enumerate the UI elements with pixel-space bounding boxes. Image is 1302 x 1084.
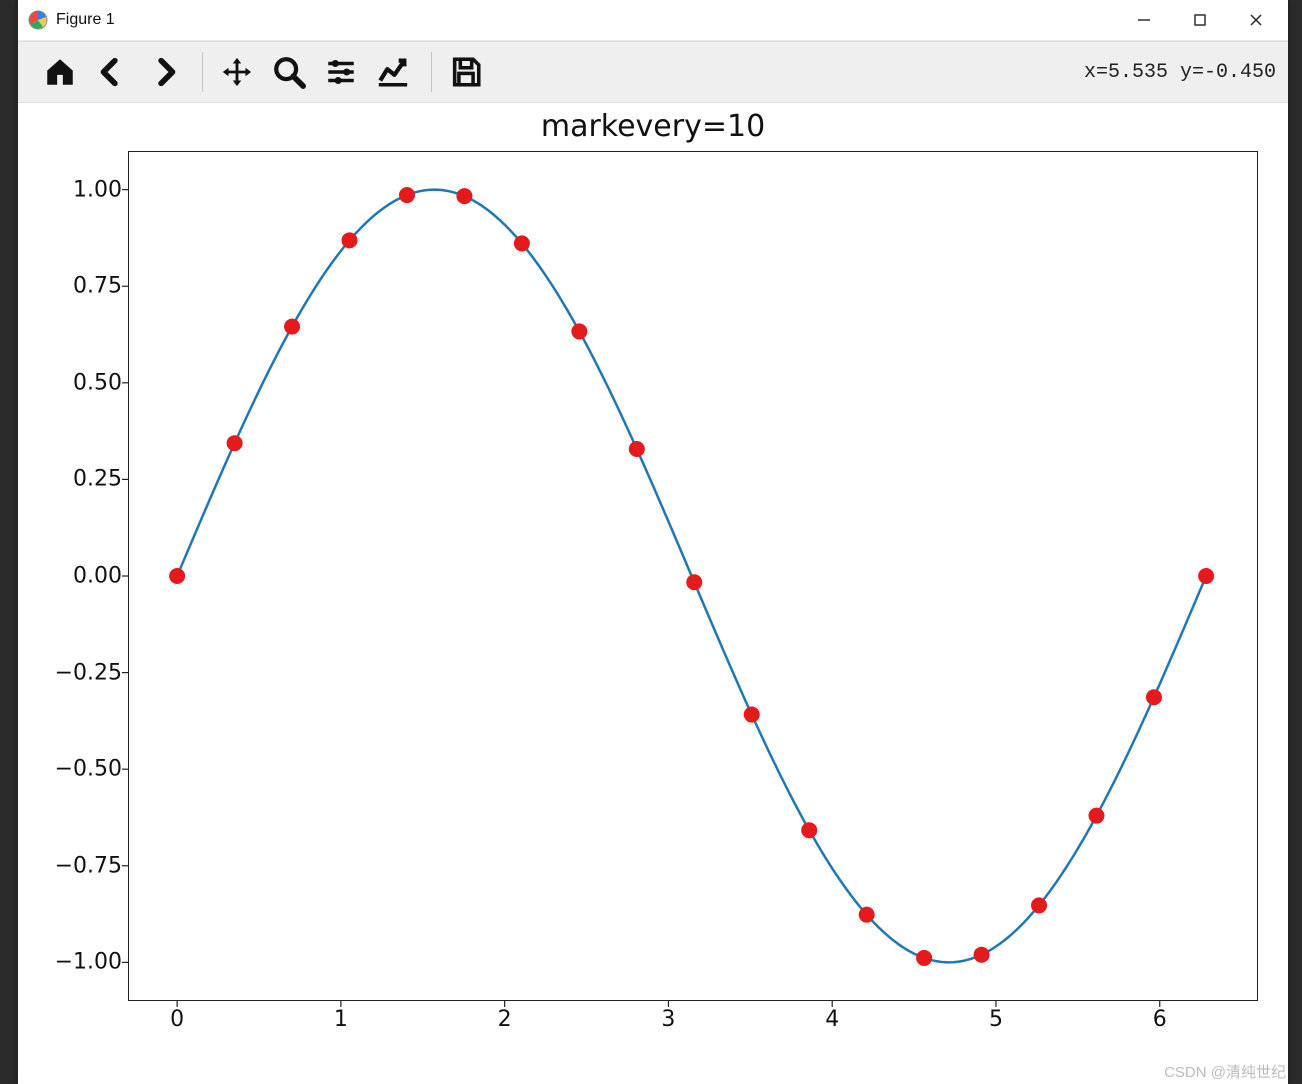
data-marker [284, 319, 300, 335]
ytick-label: 1.00 [73, 177, 122, 202]
maximize-button[interactable] [1172, 0, 1228, 40]
data-marker [399, 187, 415, 203]
ytick-label: 0.75 [73, 274, 122, 299]
titlebar: Figure 1 [18, 0, 1288, 41]
data-marker [456, 188, 472, 204]
data-marker [342, 232, 358, 248]
toolbar-separator [431, 52, 432, 92]
back-button[interactable] [88, 48, 136, 96]
toolbar-separator [202, 52, 203, 92]
data-marker [859, 907, 875, 923]
editor-gutter-right [1288, 0, 1302, 1084]
data-marker [629, 441, 645, 457]
xtick-label: 6 [1153, 1007, 1167, 1032]
data-marker [1088, 808, 1104, 824]
forward-button[interactable] [140, 48, 188, 96]
minimize-button[interactable] [1116, 0, 1172, 40]
data-marker [916, 950, 932, 966]
edit-axis-button[interactable] [369, 48, 417, 96]
ytick-label: −0.75 [55, 853, 122, 878]
xtick-label: 2 [498, 1007, 512, 1032]
data-marker [974, 947, 990, 963]
home-button[interactable] [36, 48, 84, 96]
data-marker [571, 323, 587, 339]
ytick-label: −0.50 [55, 757, 122, 782]
ytick-label: 0.00 [73, 564, 122, 589]
editor-gutter-left [0, 0, 18, 1084]
plot-svg [128, 151, 1258, 1001]
data-marker [801, 822, 817, 838]
xtick-label: 1 [334, 1007, 348, 1032]
figure-canvas[interactable]: markevery=10 −1.00 −0.75 −0.50 −0.25 0.00 0.2… [18, 103, 1288, 1084]
nav-toolbar: x=5.535 y=-0.450 [18, 41, 1288, 103]
data-marker [744, 707, 760, 723]
xtick-label: 5 [989, 1007, 1003, 1032]
figure-window: Figure 1 [18, 0, 1288, 1084]
watermark: CSDN @清纯世纪 [1164, 1061, 1286, 1082]
data-marker [227, 435, 243, 451]
save-button[interactable] [442, 48, 490, 96]
cursor-coordinates: x=5.535 y=-0.450 [1084, 61, 1276, 84]
zoom-button[interactable] [265, 48, 313, 96]
configure-subplots-button[interactable] [317, 48, 365, 96]
data-marker [1198, 568, 1214, 584]
ytick-label: 0.50 [73, 370, 122, 395]
data-marker [169, 568, 185, 584]
data-marker [1031, 897, 1047, 913]
ytick-label: −1.00 [55, 950, 122, 975]
close-button[interactable] [1228, 0, 1284, 40]
data-marker [1146, 689, 1162, 705]
ytick-label: 0.25 [73, 467, 122, 492]
pan-button[interactable] [213, 48, 261, 96]
xtick-label: 3 [661, 1007, 675, 1032]
data-marker [514, 235, 530, 251]
xtick-label: 0 [170, 1007, 184, 1032]
chart-title: markevery=10 [18, 109, 1288, 144]
xtick-label: 4 [825, 1007, 839, 1032]
window-title: Figure 1 [56, 11, 115, 29]
data-marker [686, 574, 702, 590]
matplotlib-icon [28, 10, 48, 30]
ytick-label: −0.25 [55, 660, 122, 685]
